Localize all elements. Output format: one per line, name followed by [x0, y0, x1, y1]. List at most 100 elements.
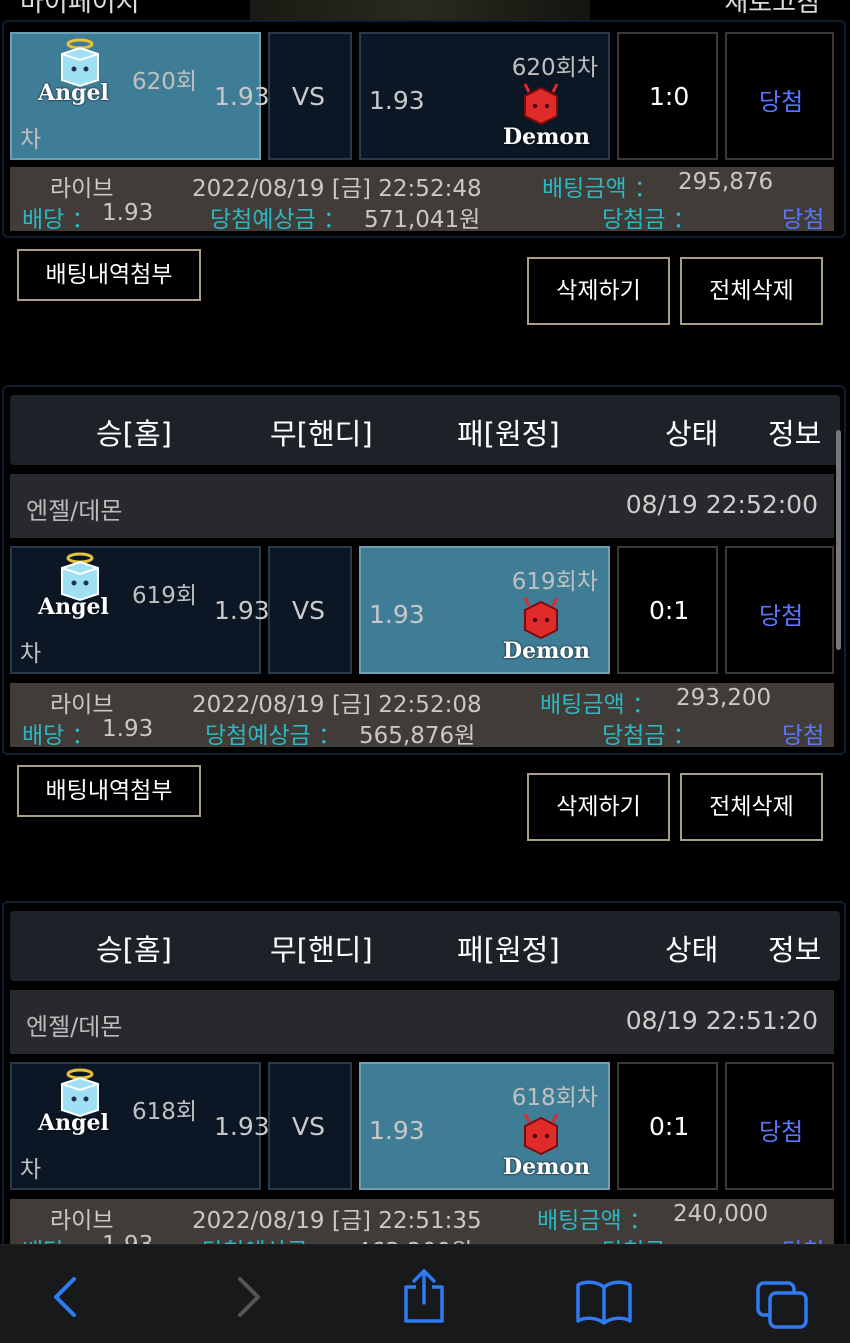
expected-value: 571,041원 [364, 207, 481, 233]
bet-time: 2022/08/19 [금] 22:52:08 [192, 692, 482, 718]
demon-label: Demon [503, 638, 591, 664]
game-name: 엔젤/데몬 [26, 1013, 123, 1041]
home-pick-cell[interactable]: Angel 618회 1.93 차 [10, 1062, 270, 1190]
home-round: 618회 [132, 1099, 198, 1125]
home-odds: 1.93 [214, 82, 270, 111]
status-badge: 당첨 [759, 1118, 804, 1146]
header-home: 승[홈] [96, 417, 172, 451]
away-pick-cell[interactable]: 620회차 1.93 Demon [359, 32, 610, 160]
game-time: 08/19 22:52:00 [625, 490, 818, 519]
top-right-label[interactable]: 새로고침 [724, 0, 820, 19]
score-cell: 1:0 [617, 32, 718, 160]
draw-cell[interactable]: VS [268, 32, 352, 160]
expected-label: 당첨예상금 ： [205, 723, 342, 749]
live-label: 라이브 [50, 1208, 114, 1234]
delete-all-button[interactable]: 전체삭제 [680, 773, 823, 841]
home-pick-cell[interactable]: Angel 619회 1.93 차 [10, 546, 270, 674]
demon-logo-icon [523, 1113, 559, 1156]
demon-logo-icon [523, 83, 559, 126]
score: 1:0 [649, 82, 690, 111]
header-draw: 무[핸디] [270, 417, 373, 451]
bet-info-bar: 라이브 2022/08/19 [금] 22:52:48 배팅금액 ： 295,8… [10, 167, 834, 233]
attach-history-button[interactable]: 배팅내역첨부 [17, 765, 201, 817]
odds-value: 1.93 [102, 200, 154, 226]
win-status: 당첨 [782, 207, 825, 233]
away-round: 620회차 [511, 55, 598, 81]
vs-label: VS [292, 596, 325, 625]
away-odds: 1.93 [369, 600, 425, 629]
angel-label: Angel [38, 594, 109, 620]
forward-icon[interactable] [230, 1275, 266, 1319]
top-left-label[interactable]: 마이페이지 [20, 0, 140, 19]
bookmarks-icon[interactable] [574, 1279, 634, 1325]
attach-history-button[interactable]: 배팅내역첨부 [17, 249, 201, 301]
away-round: 619회차 [511, 569, 598, 595]
live-label: 라이브 [50, 176, 114, 202]
score-cell: 0:1 [617, 1062, 718, 1190]
bet-amount: 295,876 [678, 169, 774, 195]
bet-table-header: 승[홈] 무[핸디] 패[원정] 상태 정보 [10, 911, 840, 981]
odds-label: 배당 ： [22, 723, 95, 749]
draw-cell[interactable]: VS [268, 546, 352, 674]
share-icon[interactable] [400, 1267, 448, 1325]
bet-time: 2022/08/19 [금] 22:51:35 [192, 1208, 482, 1234]
bet-amount: 240,000 [673, 1201, 769, 1227]
bet-amount: 293,200 [676, 685, 772, 711]
bet-amount-label: 배팅금액 ： [540, 692, 655, 718]
header-info: 정보 [768, 417, 822, 451]
away-odds: 1.93 [369, 86, 425, 115]
header-away: 패[원정] [457, 933, 560, 967]
bet-table-header: 승[홈] 무[핸디] 패[원정] 상태 정보 [10, 395, 840, 465]
home-pick-cell[interactable]: Angel 620회 1.93 차 [10, 32, 270, 160]
home-odds: 1.93 [214, 1112, 270, 1141]
delete-all-button[interactable]: 전체삭제 [680, 257, 823, 325]
bet-info-bar: 라이브 2022/08/19 [금] 22:52:08 배팅금액 ： 293,2… [10, 683, 834, 749]
header-home: 승[홈] [96, 933, 172, 967]
vs-label: VS [292, 1112, 325, 1141]
away-pick-cell[interactable]: 618회차 1.93 Demon [359, 1062, 610, 1190]
tabs-icon[interactable] [754, 1279, 810, 1331]
delete-button[interactable]: 삭제하기 [527, 257, 670, 325]
game-row: 엔젤/데몬 08/19 22:51:20 [10, 990, 834, 1054]
win-amount-label: 당첨금 ： [602, 207, 696, 233]
away-odds: 1.93 [369, 1116, 425, 1145]
page-scrollbar[interactable] [836, 430, 841, 650]
browser-toolbar [0, 1244, 850, 1343]
bet-time: 2022/08/19 [금] 22:52:48 [192, 176, 482, 202]
header-status: 상태 [665, 933, 719, 967]
draw-cell[interactable]: VS [268, 1062, 352, 1190]
back-icon[interactable] [48, 1275, 84, 1319]
bet-amount-label: 배팅금액 ： [537, 1208, 652, 1234]
bet-amount-label: 배팅금액 ： [542, 176, 657, 202]
delete-button[interactable]: 삭제하기 [527, 773, 670, 841]
game-time: 08/19 22:51:20 [625, 1006, 818, 1035]
home-round: 620회 [132, 69, 198, 95]
header-away: 패[원정] [457, 417, 560, 451]
round-suffix: 차 [20, 1157, 42, 1183]
demon-logo-icon [523, 597, 559, 640]
header-info: 정보 [768, 933, 822, 967]
away-pick-cell[interactable]: 619회차 1.93 Demon [359, 546, 610, 674]
live-label: 라이브 [50, 692, 114, 718]
vs-label: VS [292, 82, 325, 111]
demon-label: Demon [503, 124, 591, 150]
header-banner-image [250, 0, 590, 22]
home-round: 619회 [132, 583, 198, 609]
header-status: 상태 [665, 417, 719, 451]
round-suffix: 차 [20, 127, 42, 153]
odds-label: 배당 ： [22, 207, 95, 233]
status-cell: 당첨 [725, 1062, 834, 1190]
status-badge: 당첨 [759, 88, 804, 116]
score-cell: 0:1 [617, 546, 718, 674]
header-draw: 무[핸디] [270, 933, 373, 967]
odds-value: 1.93 [102, 716, 154, 742]
round-suffix: 차 [20, 641, 42, 667]
away-round: 618회차 [511, 1085, 598, 1111]
win-amount-label: 당첨금 ： [602, 723, 696, 749]
expected-label: 당첨예상금 ： [210, 207, 347, 233]
demon-label: Demon [503, 1154, 591, 1180]
expected-value: 565,876원 [359, 723, 476, 749]
score: 0:1 [649, 596, 690, 625]
game-row: 엔젤/데몬 08/19 22:52:00 [10, 474, 834, 538]
angel-label: Angel [38, 80, 109, 106]
